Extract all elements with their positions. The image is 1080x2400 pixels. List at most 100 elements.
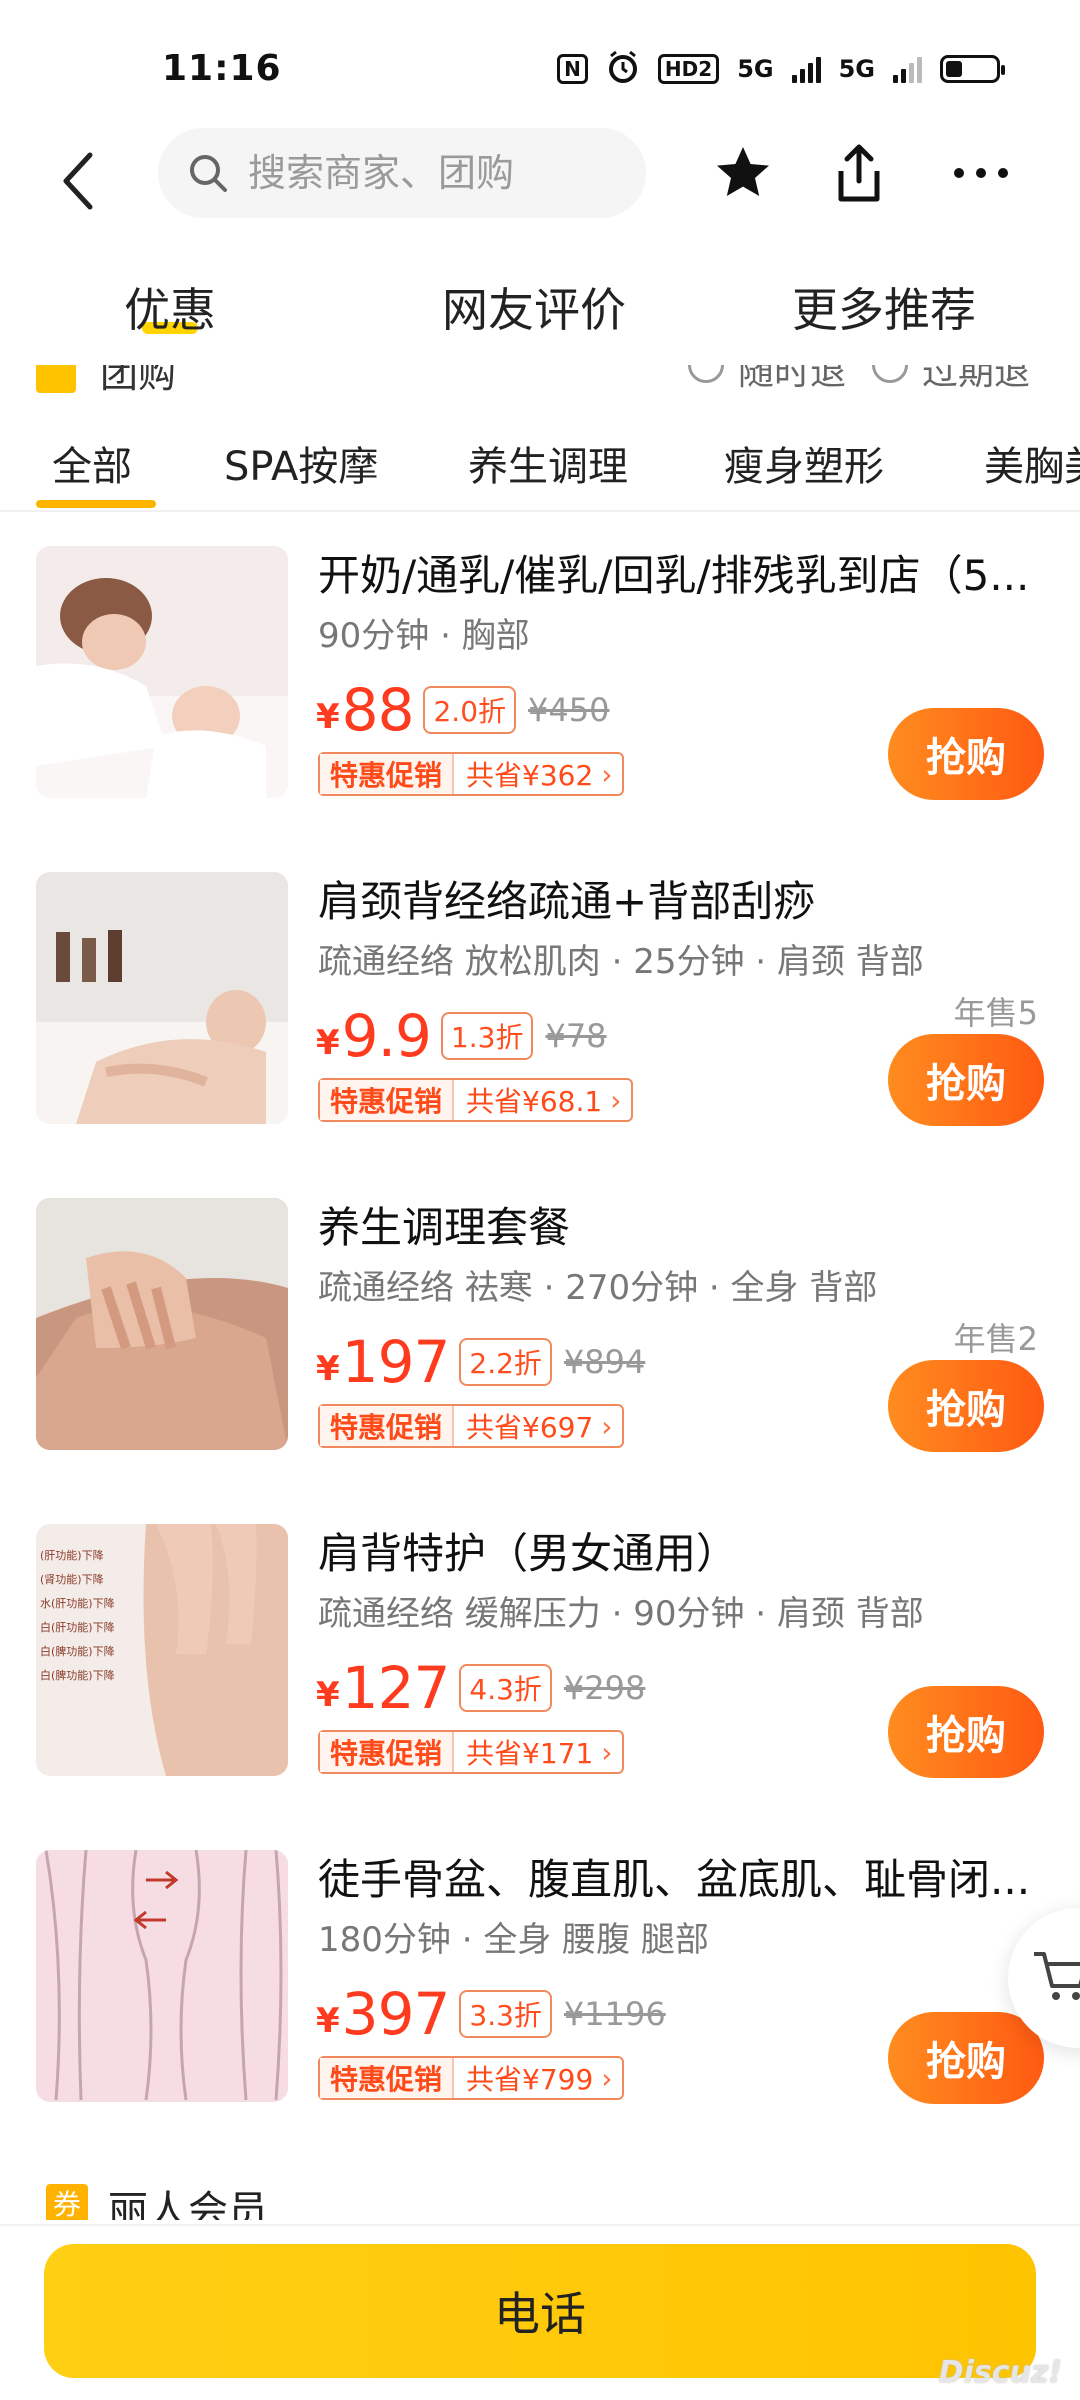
price-row: ¥ 9.9 1.3折 ¥78: [316, 1002, 607, 1070]
member-section-label: 丽人会员: [108, 2188, 268, 2220]
status-bar: 11:16 N HD2 5G 5G: [0, 0, 1080, 130]
yearly-sales: 年售2: [953, 1320, 1038, 1358]
discount-badge: 3.3折: [459, 1990, 552, 2038]
promo-tag[interactable]: 特惠促销 共省¥171 ›: [318, 1730, 625, 1774]
price: 9.9: [341, 1002, 432, 1070]
original-price: ¥894: [563, 1343, 646, 1381]
discount-badge: 1.3折: [440, 1012, 534, 1060]
original-price: ¥78: [545, 1017, 607, 1055]
price-row: ¥ 88 2.0折 ¥450: [316, 676, 610, 744]
network-5g-label: 5G: [737, 55, 774, 83]
category-tab-all[interactable]: 全部: [52, 434, 132, 492]
product-card[interactable]: 养生调理套餐 疏通经络 祛寒 · 270分钟 · 全身 背部 年售2 ¥ 197…: [0, 1198, 1080, 1488]
category-tabs: 全部 SPA按摩 养生调理 瘦身塑形 美胸美: [0, 420, 1080, 512]
member-section-header: 券 丽人会员: [0, 2180, 1080, 2220]
original-price: ¥1196: [563, 1995, 666, 2033]
price-row: ¥ 397 3.3折 ¥1196: [316, 1980, 666, 2048]
price: 197: [341, 1328, 451, 1396]
coupon-icon: 券: [46, 2184, 88, 2220]
more-icon: [954, 168, 1008, 178]
buy-button[interactable]: 抢购: [888, 1034, 1044, 1126]
original-price: ¥298: [563, 1669, 646, 1707]
cart-icon: [1034, 1952, 1080, 2000]
network-5g-label-2: 5G: [838, 55, 875, 83]
promo-tag[interactable]: 特惠促销 共省¥799 ›: [318, 2056, 625, 2100]
product-image: [36, 1850, 288, 2102]
search-input[interactable]: [246, 150, 630, 196]
refund-anytime-radio[interactable]: [688, 365, 724, 383]
product-desc: 90分钟 · 胸部: [318, 616, 530, 656]
back-button[interactable]: [48, 146, 108, 216]
product-title: 肩颈背经络疏通+背部刮痧: [318, 877, 816, 926]
product-title: 开奶/通乳/催乳/回乳/排残乳到店（5...: [318, 551, 1030, 600]
discount-badge: 2.2折: [459, 1338, 552, 1386]
price: 127: [341, 1654, 451, 1722]
search-icon: [190, 155, 227, 192]
product-desc: 疏通经络 祛寒 · 270分钟 · 全身 背部: [318, 1268, 878, 1308]
price-row: ¥ 127 4.3折 ¥298: [316, 1654, 646, 1722]
price-row: ¥ 197 2.2折 ¥894: [316, 1328, 646, 1396]
product-desc: 180分钟 · 全身 腰腹 腿部: [318, 1920, 709, 1960]
price: 397: [341, 1980, 451, 2048]
product-desc: 疏通经络 缓解压力 · 90分钟 · 肩颈 背部: [318, 1594, 924, 1634]
nfc-icon: N: [557, 54, 588, 84]
page: 11:16 N HD2 5G 5G 搜索商家、团购 优惠 网友评价 更多推荐 团…: [0, 0, 1080, 2400]
buy-button[interactable]: 抢购: [888, 2012, 1044, 2104]
product-image: (肝功能)下降 (肾功能)下降 水(肝功能)下降 白(肝功能)下降 白(脾功能)…: [36, 1524, 288, 1776]
signal-icon-2: [893, 55, 922, 83]
product-title: 养生调理套餐: [318, 1203, 571, 1252]
product-card[interactable]: 徒手骨盆、腹直肌、盆底肌、耻骨闭... 180分钟 · 全身 腰腹 腿部 ¥ 3…: [0, 1850, 1080, 2140]
buy-button[interactable]: 抢购: [888, 1360, 1044, 1452]
chevron-right-icon: ›: [610, 1083, 622, 1117]
call-button[interactable]: 电话: [44, 2244, 1036, 2378]
promo-tag[interactable]: 特惠促销 共省¥697 ›: [318, 1404, 625, 1448]
group-buy-label: 团购: [100, 365, 177, 395]
group-buy-icon: [36, 365, 76, 393]
category-tab-slimming[interactable]: 瘦身塑形: [724, 434, 884, 492]
product-image: [36, 546, 288, 798]
promo-tag[interactable]: 特惠促销 共省¥68.1 ›: [318, 1078, 634, 1122]
alarm-icon: [606, 50, 640, 88]
product-title: 徒手骨盆、腹直肌、盆底肌、耻骨闭...: [318, 1855, 1031, 1904]
category-active-underline: [36, 500, 156, 508]
refund-expired-radio[interactable]: [872, 365, 908, 383]
chevron-left-icon: [63, 152, 93, 210]
chevron-right-icon: ›: [601, 757, 613, 791]
chevron-right-icon: ›: [601, 1409, 613, 1443]
search-box[interactable]: [158, 128, 646, 218]
hd-icon: HD2: [657, 54, 720, 84]
original-price: ¥450: [528, 691, 610, 729]
price: 88: [341, 676, 415, 744]
share-icon: [838, 144, 880, 202]
promo-tag[interactable]: 特惠促销 共省¥362 ›: [318, 752, 625, 796]
product-card[interactable]: 开奶/通乳/催乳/回乳/排残乳到店（5... 90分钟 · 胸部 ¥ 88 2.…: [0, 546, 1080, 836]
share-button[interactable]: [824, 138, 894, 208]
tab-reviews[interactable]: 网友评价: [442, 274, 626, 340]
product-title: 肩背特护（男女通用）: [318, 1529, 739, 1578]
refund-anytime-label: 随时退: [738, 365, 847, 393]
favorite-button[interactable]: [708, 138, 778, 208]
tab-offers[interactable]: 优惠: [124, 274, 216, 340]
watermark-logo: Discuz!: [938, 2355, 1062, 2390]
product-card[interactable]: (肝功能)下降 (肾功能)下降 水(肝功能)下降 白(肝功能)下降 白(脾功能)…: [0, 1524, 1080, 1814]
product-card[interactable]: 肩颈背经络疏通+背部刮痧 疏通经络 放松肌肉 · 25分钟 · 肩颈 背部 年售…: [0, 872, 1080, 1162]
tab-more-recommendations[interactable]: 更多推荐: [792, 274, 976, 340]
star-icon: [717, 147, 769, 196]
status-time: 11:16: [162, 48, 282, 89]
buy-button[interactable]: 抢购: [888, 708, 1044, 800]
section-tabs: 优惠 网友评价 更多推荐: [0, 268, 1080, 358]
product-image: [36, 872, 288, 1124]
group-buy-header: 团购 随时退 过期退: [0, 365, 1080, 395]
battery-icon: [940, 55, 1005, 83]
signal-icon: [791, 55, 821, 83]
category-tab-wellness[interactable]: 养生调理: [468, 434, 628, 492]
chevron-right-icon: ›: [601, 1735, 613, 1769]
discount-badge: 4.3折: [459, 1664, 552, 1712]
more-button[interactable]: [946, 138, 1016, 208]
yearly-sales: 年售5: [953, 994, 1038, 1032]
buy-button[interactable]: 抢购: [888, 1686, 1044, 1778]
status-icons: N HD2 5G 5G: [557, 50, 1005, 88]
category-tab-breast[interactable]: 美胸美: [984, 434, 1080, 492]
category-tab-spa[interactable]: SPA按摩: [224, 434, 378, 492]
product-desc: 疏通经络 放松肌肉 · 25分钟 · 肩颈 背部: [318, 942, 924, 982]
